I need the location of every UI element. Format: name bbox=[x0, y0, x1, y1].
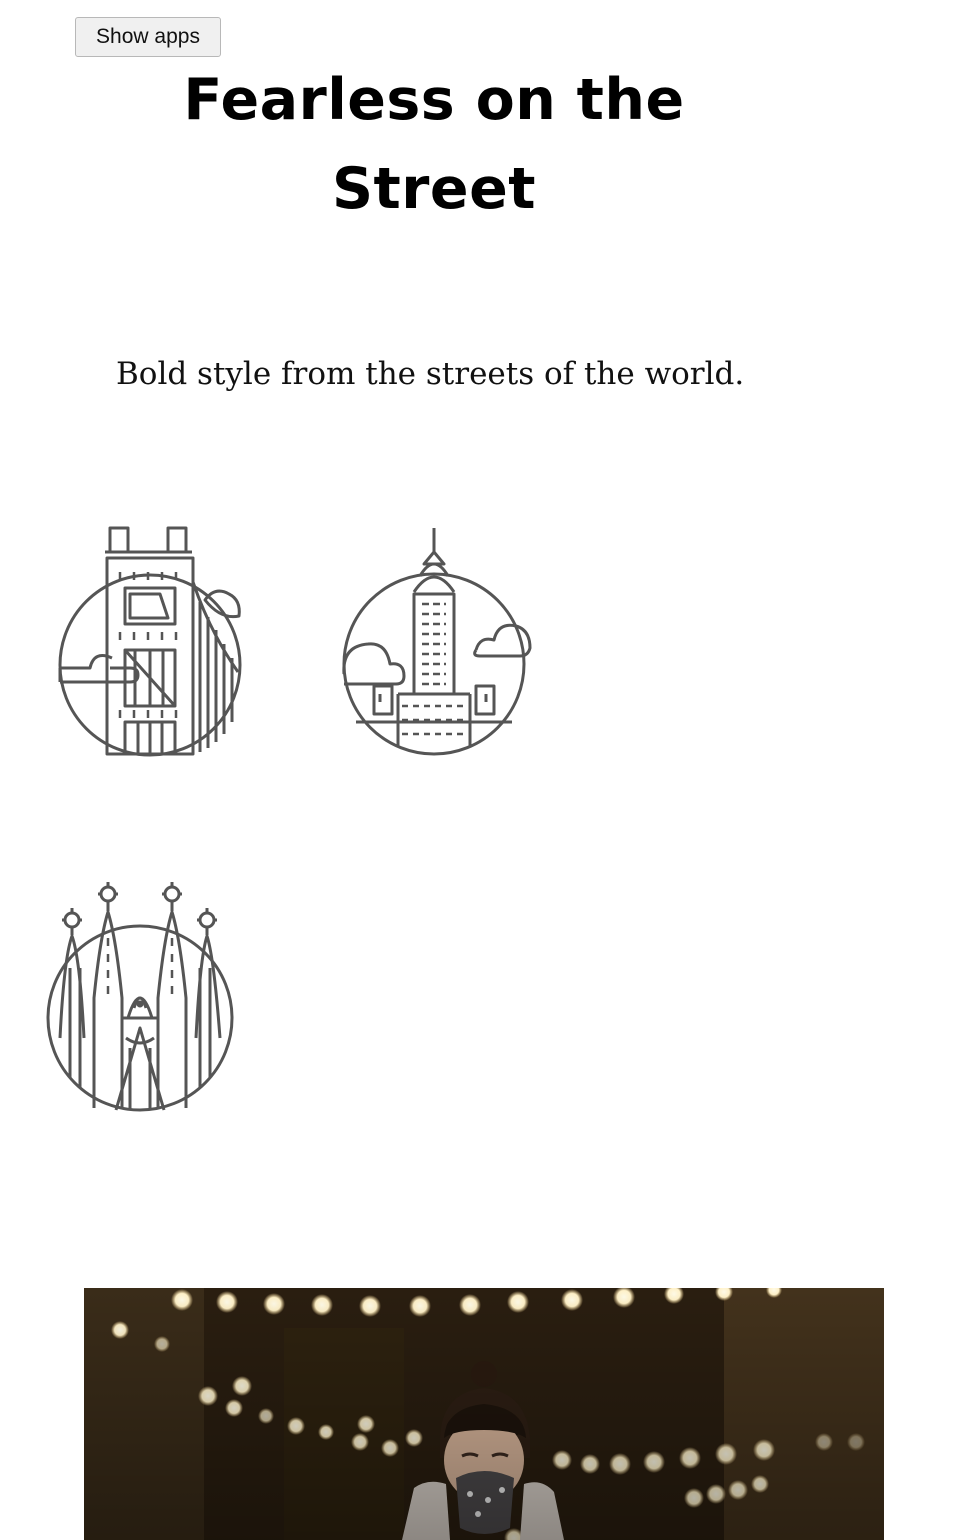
sagrada-familia-icon bbox=[40, 878, 240, 1118]
page-title: Fearless on the Street bbox=[183, 67, 685, 222]
chrysler-building-icon bbox=[334, 522, 534, 762]
page-subtitle: Bold style from the streets of the world… bbox=[116, 356, 745, 392]
hero-photo bbox=[84, 1288, 884, 1540]
show-apps-button[interactable]: Show apps bbox=[75, 17, 221, 57]
tower-bridge-icon bbox=[50, 522, 250, 762]
